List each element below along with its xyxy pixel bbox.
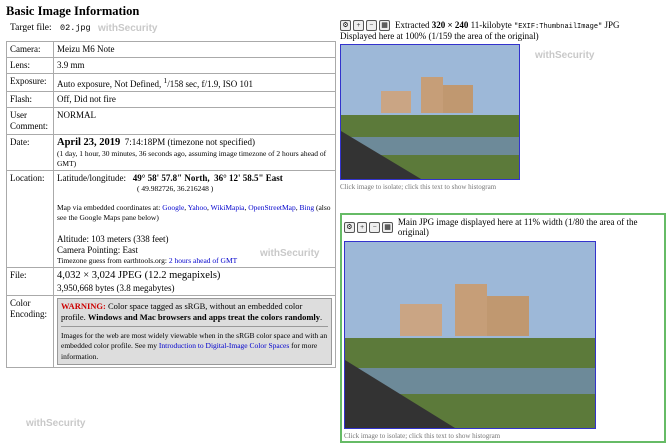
date-time: 7:14:18PM (timezone not specified) [124,136,256,147]
target-file: Target file: 02.jpg [10,23,91,33]
flash-label: Flash: [6,91,54,109]
color-label: Color Encoding: [6,295,54,368]
thumbnail-panel: ⚙ + − ▦ Extracted 320 × 240 11-kilobyte … [340,20,670,191]
thumbnail-photo [341,45,519,179]
location-label: Location: [6,170,54,269]
thumbnail-image[interactable] [340,44,520,180]
zoom-out-icon[interactable]: − [369,221,381,233]
zoom-in-icon[interactable]: + [356,221,368,233]
color-value: WARNING: Color space tagged as sRGB, wit… [53,295,336,368]
target-file-value: 02.jpg [60,23,91,33]
main-image-panel: ⚙ + − ▦ Main JPG image displayed here at… [340,213,666,443]
latlon-label: Latitude/longitude: [57,173,126,184]
exposure-value: Auto exposure, Not Defined, 1/158 sec, f… [53,72,336,93]
main-header: ⚙ + − ▦ Main JPG image displayed here at… [344,217,662,237]
color-note: Images for the web are most widely viewa… [61,330,328,361]
warning-word: WARNING: [61,301,106,312]
map-link-wikimapia[interactable]: WikiMapia [211,203,245,212]
camera-value: Meizu M6 Note [53,41,336,58]
row-lens: Lens: 3.9 mm [6,56,336,74]
main-photo [345,242,595,428]
thumbnail-info: Displayed here at 100% (1/159 the area o… [340,31,539,41]
map-link-bing[interactable]: Bing [300,203,315,212]
comment-label: User Comment: [6,107,54,135]
main-image[interactable] [344,241,596,429]
gear-icon[interactable]: ⚙ [340,20,351,31]
main-info: Main JPG image displayed here at 11% wid… [397,217,638,237]
altitude: Altitude: 103 meters (338 feet) [57,234,169,245]
map-link-google[interactable]: Google [162,203,184,212]
flash-value: Off, Did not fire [53,91,336,109]
row-date: Date: April 23, 2019 7:14:18PM (timezone… [6,133,336,172]
page-title: Basic Image Information [6,4,140,18]
row-file: File: 4,032 × 3,024 JPEG (12.2 megapixel… [6,267,336,297]
date-ago: (1 day, 1 hour, 30 minutes, 36 seconds a… [57,149,327,168]
grid-icon[interactable]: ▦ [379,20,390,31]
row-flash: Flash: Off, Did not fire [6,91,336,109]
file-dims: 4,032 × 3,024 JPEG (12.2 megapixels) [57,270,221,282]
date-value: April 23, 2019 7:14:18PM (timezone not s… [53,133,336,172]
zoom-in-icon[interactable]: + [353,20,364,31]
main-caption[interactable]: Click image to isolate; click this text … [344,432,662,440]
camera-label: Camera: [6,41,54,58]
timezone-link[interactable]: 2 hours ahead of GMT [169,256,237,265]
target-file-label: Target file: [10,23,52,33]
decimal-coords: ( 49.982726, 36.216248 ) [137,183,214,193]
watermark: withSecurity [26,418,86,429]
info-table: Camera: Meizu M6 Note Lens: 3.9 mm Expos… [6,41,336,368]
file-size: 3,950,668 bytes (3.8 megabytes) [57,282,175,293]
row-camera: Camera: Meizu M6 Note [6,41,336,58]
thumbnail-caption[interactable]: Click image to isolate; click this text … [340,183,670,191]
lens-value: 3.9 mm [53,56,336,74]
gear-icon[interactable]: ⚙ [344,221,355,233]
date-main: April 23, 2019 [57,136,121,148]
color-warning: WARNING: Color space tagged as sRGB, wit… [57,298,332,365]
file-value: 4,032 × 3,024 JPEG (12.2 megapixels) 3,9… [53,267,336,297]
file-label: File: [6,267,54,297]
comment-value: NORMAL [53,107,336,135]
row-exposure: Exposure: Auto exposure, Not Defined, 1/… [6,72,336,93]
thumbnail-header: ⚙ + − ▦ Extracted 320 × 240 11-kilobyte … [340,20,670,31]
exposure-label: Exposure: [6,72,54,93]
watermark: withSecurity [98,23,158,34]
map-links: Map via embedded coordinates at: Google,… [57,203,331,222]
row-comment: User Comment: NORMAL [6,107,336,135]
watermark: withSecurity [535,50,595,61]
grid-icon[interactable]: ▦ [382,221,393,233]
map-link-osm[interactable]: OpenStreetMap [248,203,296,212]
row-color: Color Encoding: WARNING: Color space tag… [6,295,336,368]
lens-label: Lens: [6,56,54,74]
map-link-yahoo[interactable]: Yahoo [188,203,207,212]
zoom-out-icon[interactable]: − [366,20,377,31]
watermark: withSecurity [260,248,320,259]
date-label: Date: [6,133,54,172]
latitude: 49° 58' 57.8" North, [132,173,210,184]
longitude: 36° 12' 58.5" East [214,173,283,184]
color-space-link[interactable]: Introduction to Digital-Image Color Spac… [159,341,289,350]
